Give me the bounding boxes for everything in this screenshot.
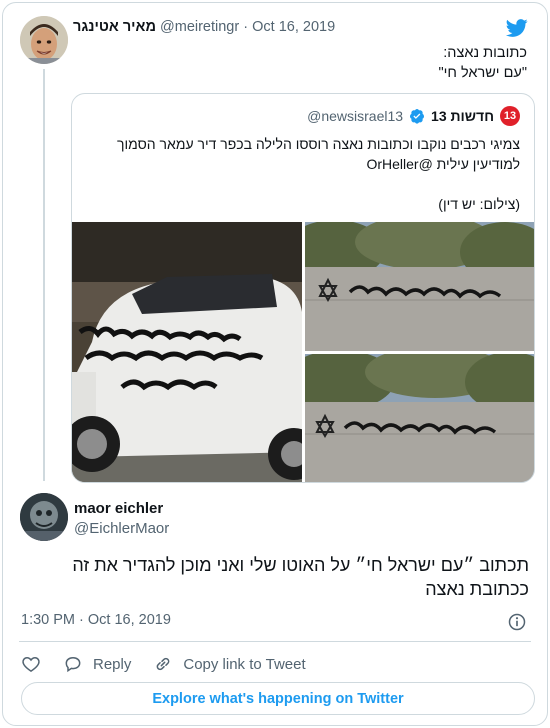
- reply-text: תכתוב ״עם ישראל חי״ על האוטו שלי ואני מו…: [72, 555, 529, 599]
- parent-text: כתובות נאצה: "עם ישראל חי": [107, 43, 527, 83]
- news13-logo-icon: 13: [500, 106, 520, 126]
- quoted-author-name[interactable]: חדשות 13: [431, 108, 494, 124]
- heart-icon: [22, 656, 40, 672]
- copy-link-label: Copy link to Tweet: [183, 655, 306, 673]
- divider: [19, 641, 531, 642]
- reply-avatar[interactable]: [20, 493, 68, 541]
- parent-author-name[interactable]: מאיר אטינגר: [73, 19, 156, 35]
- quoted-text-line: צמיגי רכבים נוקבו וכתובות נאצה רוססו הלי…: [117, 136, 520, 152]
- twitter-bird-icon[interactable]: [505, 17, 529, 39]
- quoted-text-spacer: [90, 174, 520, 194]
- parent-text-line: כתובות נאצה:: [443, 45, 527, 61]
- verified-icon: [410, 109, 425, 124]
- parent-header: מאיר אטינגר @meiretingr · Oct 16, 2019: [73, 19, 473, 41]
- like-button[interactable]: [21, 654, 41, 674]
- quoted-author-handle[interactable]: @newsisrael13: [307, 108, 403, 124]
- reply-label: Reply: [93, 655, 132, 673]
- parent-separator: ·: [243, 19, 249, 35]
- quoted-text-line: למודיעין עילית @OrHeller: [366, 156, 520, 172]
- wall-graffiti-photo[interactable]: [305, 354, 534, 482]
- info-icon[interactable]: [507, 612, 527, 632]
- parent-date[interactable]: Oct 16, 2019: [252, 19, 335, 35]
- tweet-actions: Reply Copy link to Tweet: [21, 653, 328, 675]
- explore-twitter-button[interactable]: Explore what's happening on Twitter: [21, 682, 535, 715]
- reply-author-name[interactable]: maor eichler: [74, 500, 163, 517]
- reply-button[interactable]: Reply: [63, 654, 131, 674]
- thread-connector: [43, 69, 45, 481]
- link-icon: [156, 657, 170, 671]
- wall-graffiti-photo[interactable]: [305, 222, 534, 351]
- reply-timestamp[interactable]: 1:30 PM · Oct 16, 2019: [21, 612, 171, 628]
- quoted-text: צמיגי רכבים נוקבו וכתובות נאצה רוססו הלי…: [90, 134, 520, 214]
- tweet-embed-card: מאיר אטינגר @meiretingr · Oct 16, 2019 כ…: [2, 2, 548, 726]
- quoted-tweet[interactable]: @newsisrael13 חדשות 13 13 צמיגי רכבים נו…: [71, 93, 535, 483]
- reply-icon: [65, 656, 81, 673]
- reply-author-handle[interactable]: @EichlerMaor: [74, 520, 169, 537]
- parent-author-handle[interactable]: @meiretingr: [160, 19, 239, 35]
- parent-avatar[interactable]: [20, 16, 68, 64]
- car-graffiti-photo[interactable]: [72, 222, 302, 482]
- quoted-header: @newsisrael13 חדשות 13 13: [307, 106, 520, 126]
- copy-link-button[interactable]: Copy link to Tweet: [153, 654, 306, 674]
- quoted-text-credit: (צילום: יש דין): [438, 196, 520, 212]
- parent-text-line: "עם ישראל חי": [438, 65, 527, 81]
